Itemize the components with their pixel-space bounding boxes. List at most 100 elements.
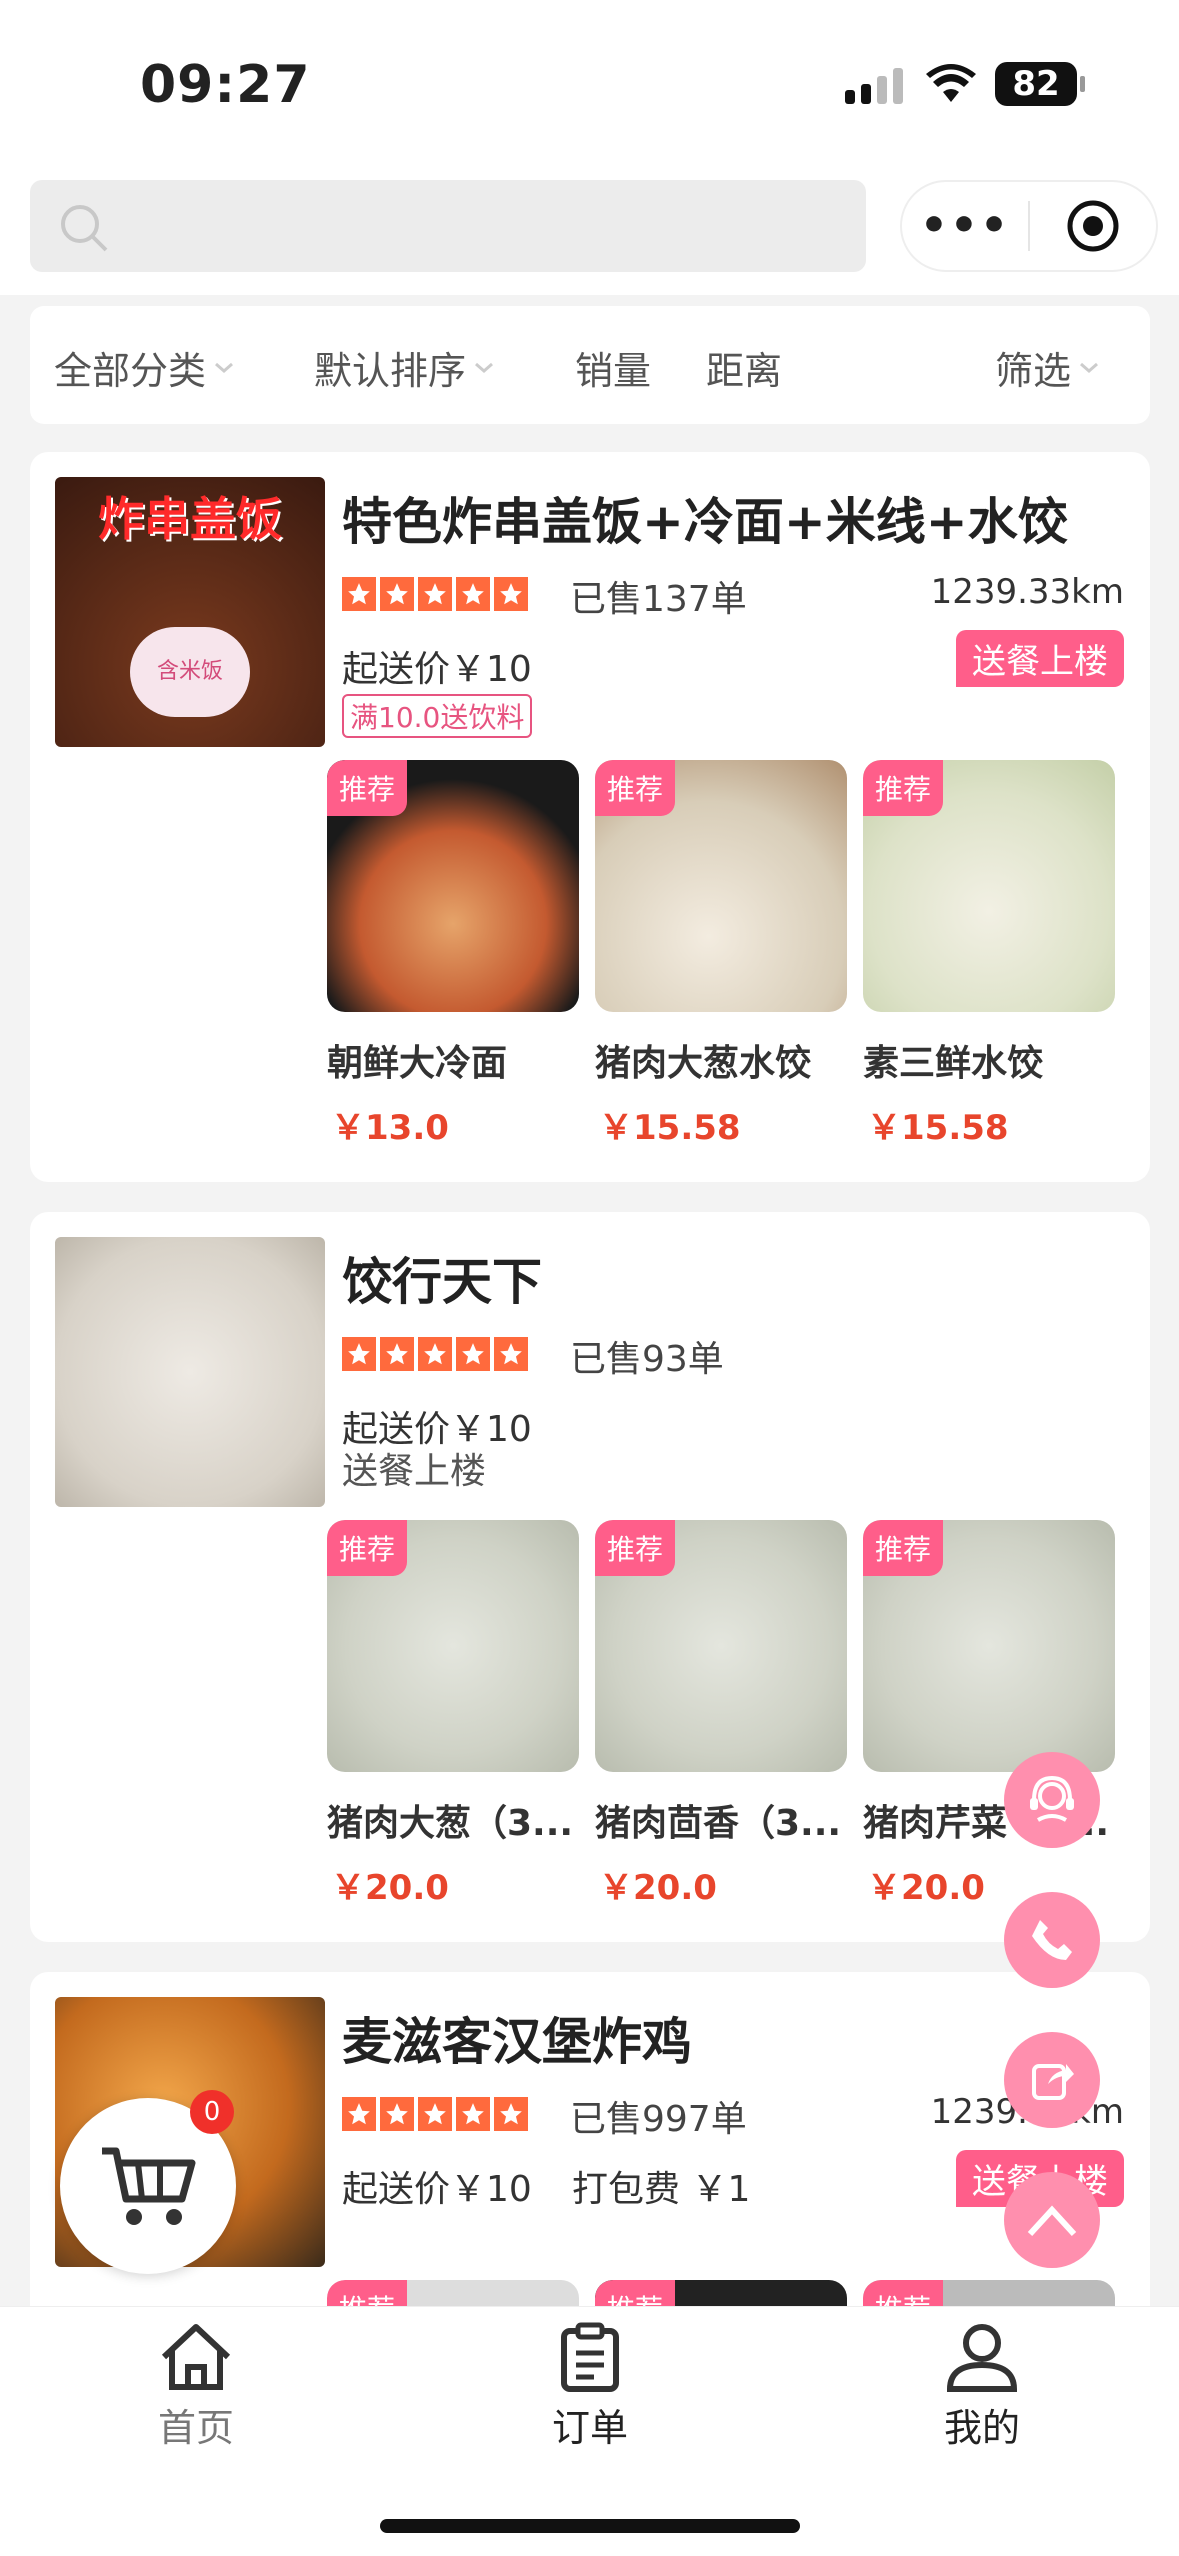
dish-price: ￥15.58	[867, 1108, 1009, 1148]
status-time: 09:27	[140, 55, 311, 115]
search-input[interactable]	[30, 180, 866, 272]
recommend-badge: 推荐	[595, 1520, 676, 1576]
rating-stars	[342, 577, 528, 611]
shop-thumbnail	[55, 1237, 325, 1507]
dish-image: 推荐	[595, 760, 847, 1012]
star-icon	[342, 1337, 376, 1371]
dish-name: 猪肉茴香（3...	[595, 1803, 842, 1844]
star-icon	[494, 2097, 528, 2131]
sold-count: 已售997单	[570, 2099, 747, 2140]
headset-icon	[1030, 1775, 1074, 1822]
filter-bar: 全部分类 默认排序 销量 距离 筛选	[30, 306, 1150, 424]
star-icon	[494, 577, 528, 611]
filter-default-sort[interactable]: 默认排序	[314, 340, 494, 395]
filter-distance[interactable]: 距离	[706, 340, 782, 395]
battery-icon: 82	[995, 62, 1085, 106]
recommend-badge: 推荐	[863, 760, 944, 816]
rating-stars	[342, 2097, 528, 2131]
dish-image: 推荐	[327, 1520, 579, 1772]
star-icon	[494, 1337, 528, 1371]
star-icon	[380, 2097, 414, 2131]
dish-item[interactable]: 推荐 朝鲜大冷面 ￥13.0	[327, 760, 579, 1149]
dish-price: ￥13.0	[331, 1108, 449, 1148]
packing-fee: 打包费 ￥1	[572, 2169, 751, 2210]
more-icon[interactable]: •••	[902, 182, 1028, 270]
sold-count: 已售93单	[570, 1339, 724, 1380]
dish-image: 推荐	[327, 760, 579, 1012]
star-icon	[380, 1337, 414, 1371]
dish-item[interactable]: 推荐 猪肉芹菜（3... ￥20.0	[863, 1520, 1115, 1909]
dish-price: ￥20.0	[599, 1868, 717, 1908]
close-miniprogram-button[interactable]	[1030, 198, 1156, 254]
tab-me[interactable]: 我的	[912, 2321, 1052, 2452]
dish-price: ￥15.58	[599, 1108, 741, 1148]
delivery-tag: 送餐上楼	[956, 630, 1124, 687]
min-order-price: 起送价￥10	[342, 649, 532, 690]
star-icon	[380, 577, 414, 611]
cart-count-badge: 0	[190, 2090, 234, 2134]
star-icon	[456, 2097, 490, 2131]
dish-item[interactable]: 推荐 猪肉茴香（3... ￥20.0	[595, 1520, 847, 1909]
arrow-up-icon	[1027, 2205, 1077, 2237]
delivery-text: 送餐上楼	[342, 1451, 487, 1492]
shop-name: 饺行天下	[342, 1253, 542, 1311]
filter-all-categories[interactable]: 全部分类	[54, 340, 234, 395]
dish-item[interactable]: 推荐 素三鲜水饺 ￥15.58	[863, 760, 1115, 1149]
chevron-down-icon	[215, 362, 234, 373]
filter-screen[interactable]: 筛选	[995, 340, 1099, 395]
share-icon	[1032, 2064, 1074, 2100]
star-icon	[418, 1337, 452, 1371]
shop-name: 特色炸串盖饭+冷面+米线+水饺	[342, 493, 1068, 551]
star-icon	[456, 577, 490, 611]
chevron-down-icon	[475, 362, 494, 373]
dish-item[interactable]: 推荐 猪肉大葱（3... ￥20.0	[327, 1520, 579, 1909]
dish-image: 推荐	[863, 760, 1115, 1012]
wifi-icon	[926, 64, 976, 102]
recommend-badge: 推荐	[327, 760, 408, 816]
dish-item[interactable]: 推荐 猪肉大葱水饺 ￥15.58	[595, 760, 847, 1149]
dish-price: ￥20.0	[331, 1868, 449, 1908]
home-icon	[161, 2324, 231, 2390]
recommend-badge: 推荐	[595, 760, 676, 816]
star-icon	[456, 1337, 490, 1371]
dish-name: 素三鲜水饺	[863, 1043, 1044, 1084]
star-icon	[342, 2097, 376, 2131]
tab-home[interactable]: 首页	[126, 2321, 266, 2452]
share-button[interactable]	[1004, 2032, 1100, 2128]
cart-button[interactable]: 0	[60, 2090, 236, 2274]
cart-icon	[102, 2147, 196, 2225]
recommend-badge: 推荐	[327, 1520, 408, 1576]
order-icon	[561, 2322, 619, 2392]
dish-image: 推荐	[863, 1520, 1115, 1772]
user-icon	[946, 2324, 1018, 2392]
customer-service-button[interactable]	[1004, 1752, 1100, 1848]
bottom-tab-bar: 首页 订单 我的	[0, 2306, 1179, 2556]
chevron-down-icon	[1080, 362, 1099, 373]
star-icon	[342, 577, 376, 611]
search-icon	[61, 205, 108, 252]
star-icon	[418, 577, 452, 611]
search-row: •••	[0, 160, 1179, 295]
dish-name: 猪肉大葱（3...	[327, 1803, 574, 1844]
phone-icon	[1032, 1920, 1072, 1960]
dish-image: 推荐	[595, 1520, 847, 1772]
shop-distance: 1239.33km	[930, 572, 1124, 612]
shop-thumbnail: 炸串盖饭 含米饭	[55, 477, 325, 747]
status-bar: 09:27 82	[0, 0, 1179, 160]
shop-card[interactable]: 饺行天下 已售93单 起送价￥10 送餐上楼 推荐 猪肉大葱（3... ￥20.…	[30, 1212, 1150, 1942]
min-order-price: 起送价￥10	[342, 2169, 532, 2210]
dish-name: 朝鲜大冷面	[327, 1043, 508, 1084]
cellular-signal-icon	[845, 68, 903, 104]
tab-orders[interactable]: 订单	[520, 2321, 660, 2452]
back-to-top-button[interactable]	[1004, 2172, 1100, 2268]
miniprogram-capsule: •••	[900, 180, 1158, 272]
sold-count: 已售137单	[570, 579, 747, 620]
recommend-badge: 推荐	[863, 1520, 944, 1576]
filter-sales[interactable]: 销量	[575, 340, 651, 395]
record-icon	[1067, 200, 1119, 252]
dish-name: 猪肉大葱水饺	[595, 1043, 812, 1084]
home-indicator	[380, 2519, 800, 2533]
shop-card[interactable]: 炸串盖饭 含米饭 特色炸串盖饭+冷面+米线+水饺 已售137单 1239.33k…	[30, 452, 1150, 1182]
star-icon	[418, 2097, 452, 2131]
call-button[interactable]	[1004, 1892, 1100, 1988]
